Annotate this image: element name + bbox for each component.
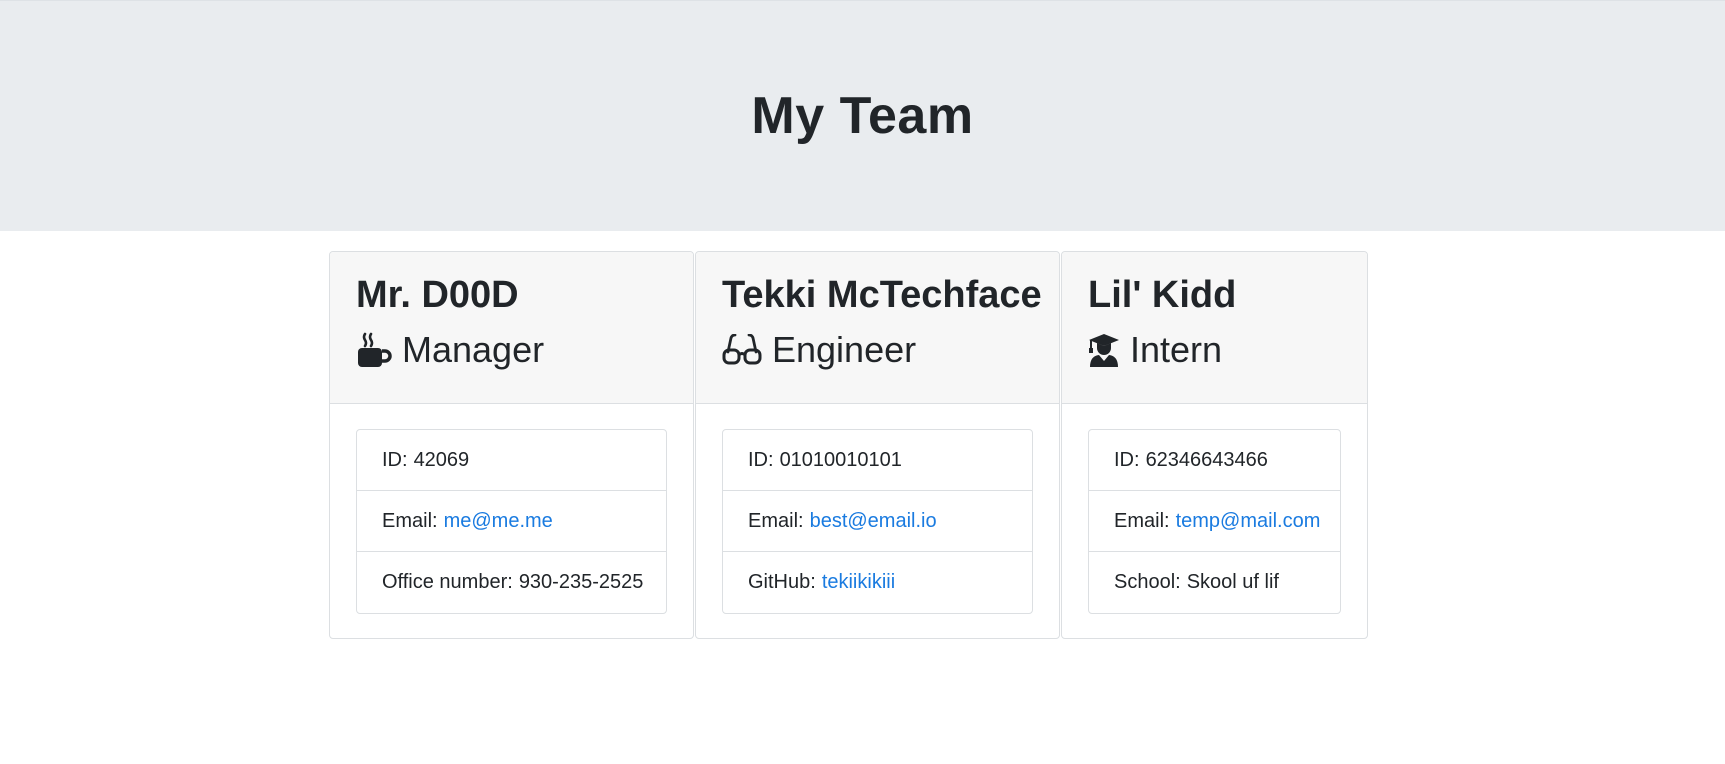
list-item-id: ID: 01010010101 [723,430,1032,491]
github-link[interactable]: tekiikikiii [822,571,895,594]
employee-role: Manager [356,328,667,372]
id-value: 42069 [413,448,470,471]
employee-card-intern: Lil' Kidd Intern ID: 62346643466 Email: … [1061,251,1368,639]
card-body: ID: 42069 Email: me@me.me Office number:… [330,404,693,639]
employee-role: Intern [1088,328,1341,372]
id-label: ID: [1114,448,1140,471]
info-list: ID: 62346643466 Email: temp@mail.com Sch… [1088,429,1341,614]
school-label: School: [1114,571,1181,593]
card-header: Mr. D00D Manager [330,252,693,404]
jumbotron-header: My Team [0,0,1725,231]
github-label: GitHub: [748,571,816,593]
card-body: ID: 01010010101 Email: best@email.io Git… [696,404,1059,639]
team-container: Mr. D00D Manager ID: 42069 Email: me@me.… [329,251,1369,639]
list-item-id: ID: 62346643466 [1089,430,1340,491]
employee-role: Engineer [722,328,1033,372]
id-label: ID: [382,448,408,471]
list-item-github: GitHub: tekiikikiii [723,552,1032,613]
email-label: Email: [748,509,804,532]
card-header: Tekki McTechface Engineer [696,252,1059,404]
email-label: Email: [1114,509,1170,532]
email-label: Email: [382,509,438,532]
email-link[interactable]: best@email.io [810,510,937,533]
email-link[interactable]: temp@mail.com [1176,510,1321,533]
glasses-icon [722,334,762,366]
employee-card-manager: Mr. D00D Manager ID: 42069 Email: me@me.… [329,251,694,639]
list-item-email: Email: me@me.me [357,491,666,552]
id-value: 01010010101 [779,448,902,471]
page-title: My Team [751,87,974,145]
role-label: Engineer [772,329,917,370]
list-item-id: ID: 42069 [357,430,666,491]
graduate-icon [1088,332,1120,368]
id-label: ID: [748,448,774,471]
employee-card-engineer: Tekki McTechface Engineer ID: 0101001010… [695,251,1060,639]
card-header: Lil' Kidd Intern [1062,252,1367,404]
list-item-email: Email: temp@mail.com [1089,491,1340,552]
employee-name: Tekki McTechface [722,274,1042,316]
list-item-office-number: Office number: 930-235-2525 [357,552,666,613]
id-value: 62346643466 [1145,448,1268,471]
role-label: Intern [1130,329,1223,370]
office-number-label: Office number: [382,571,513,593]
card-body: ID: 62346643466 Email: temp@mail.com Sch… [1062,404,1367,639]
coffee-mug-icon [356,332,392,368]
employee-name: Mr. D00D [356,274,519,316]
email-link[interactable]: me@me.me [444,510,553,533]
role-label: Manager [402,329,545,370]
employee-name: Lil' Kidd [1088,274,1237,316]
info-list: ID: 01010010101 Email: best@email.io Git… [722,429,1033,614]
list-item-school: School: Skool uf lif [1089,552,1340,613]
office-number-value: 930-235-2525 [518,571,644,593]
list-item-email: Email: best@email.io [723,491,1032,552]
info-list: ID: 42069 Email: me@me.me Office number:… [356,429,667,614]
school-value: Skool uf lif [1186,571,1279,593]
